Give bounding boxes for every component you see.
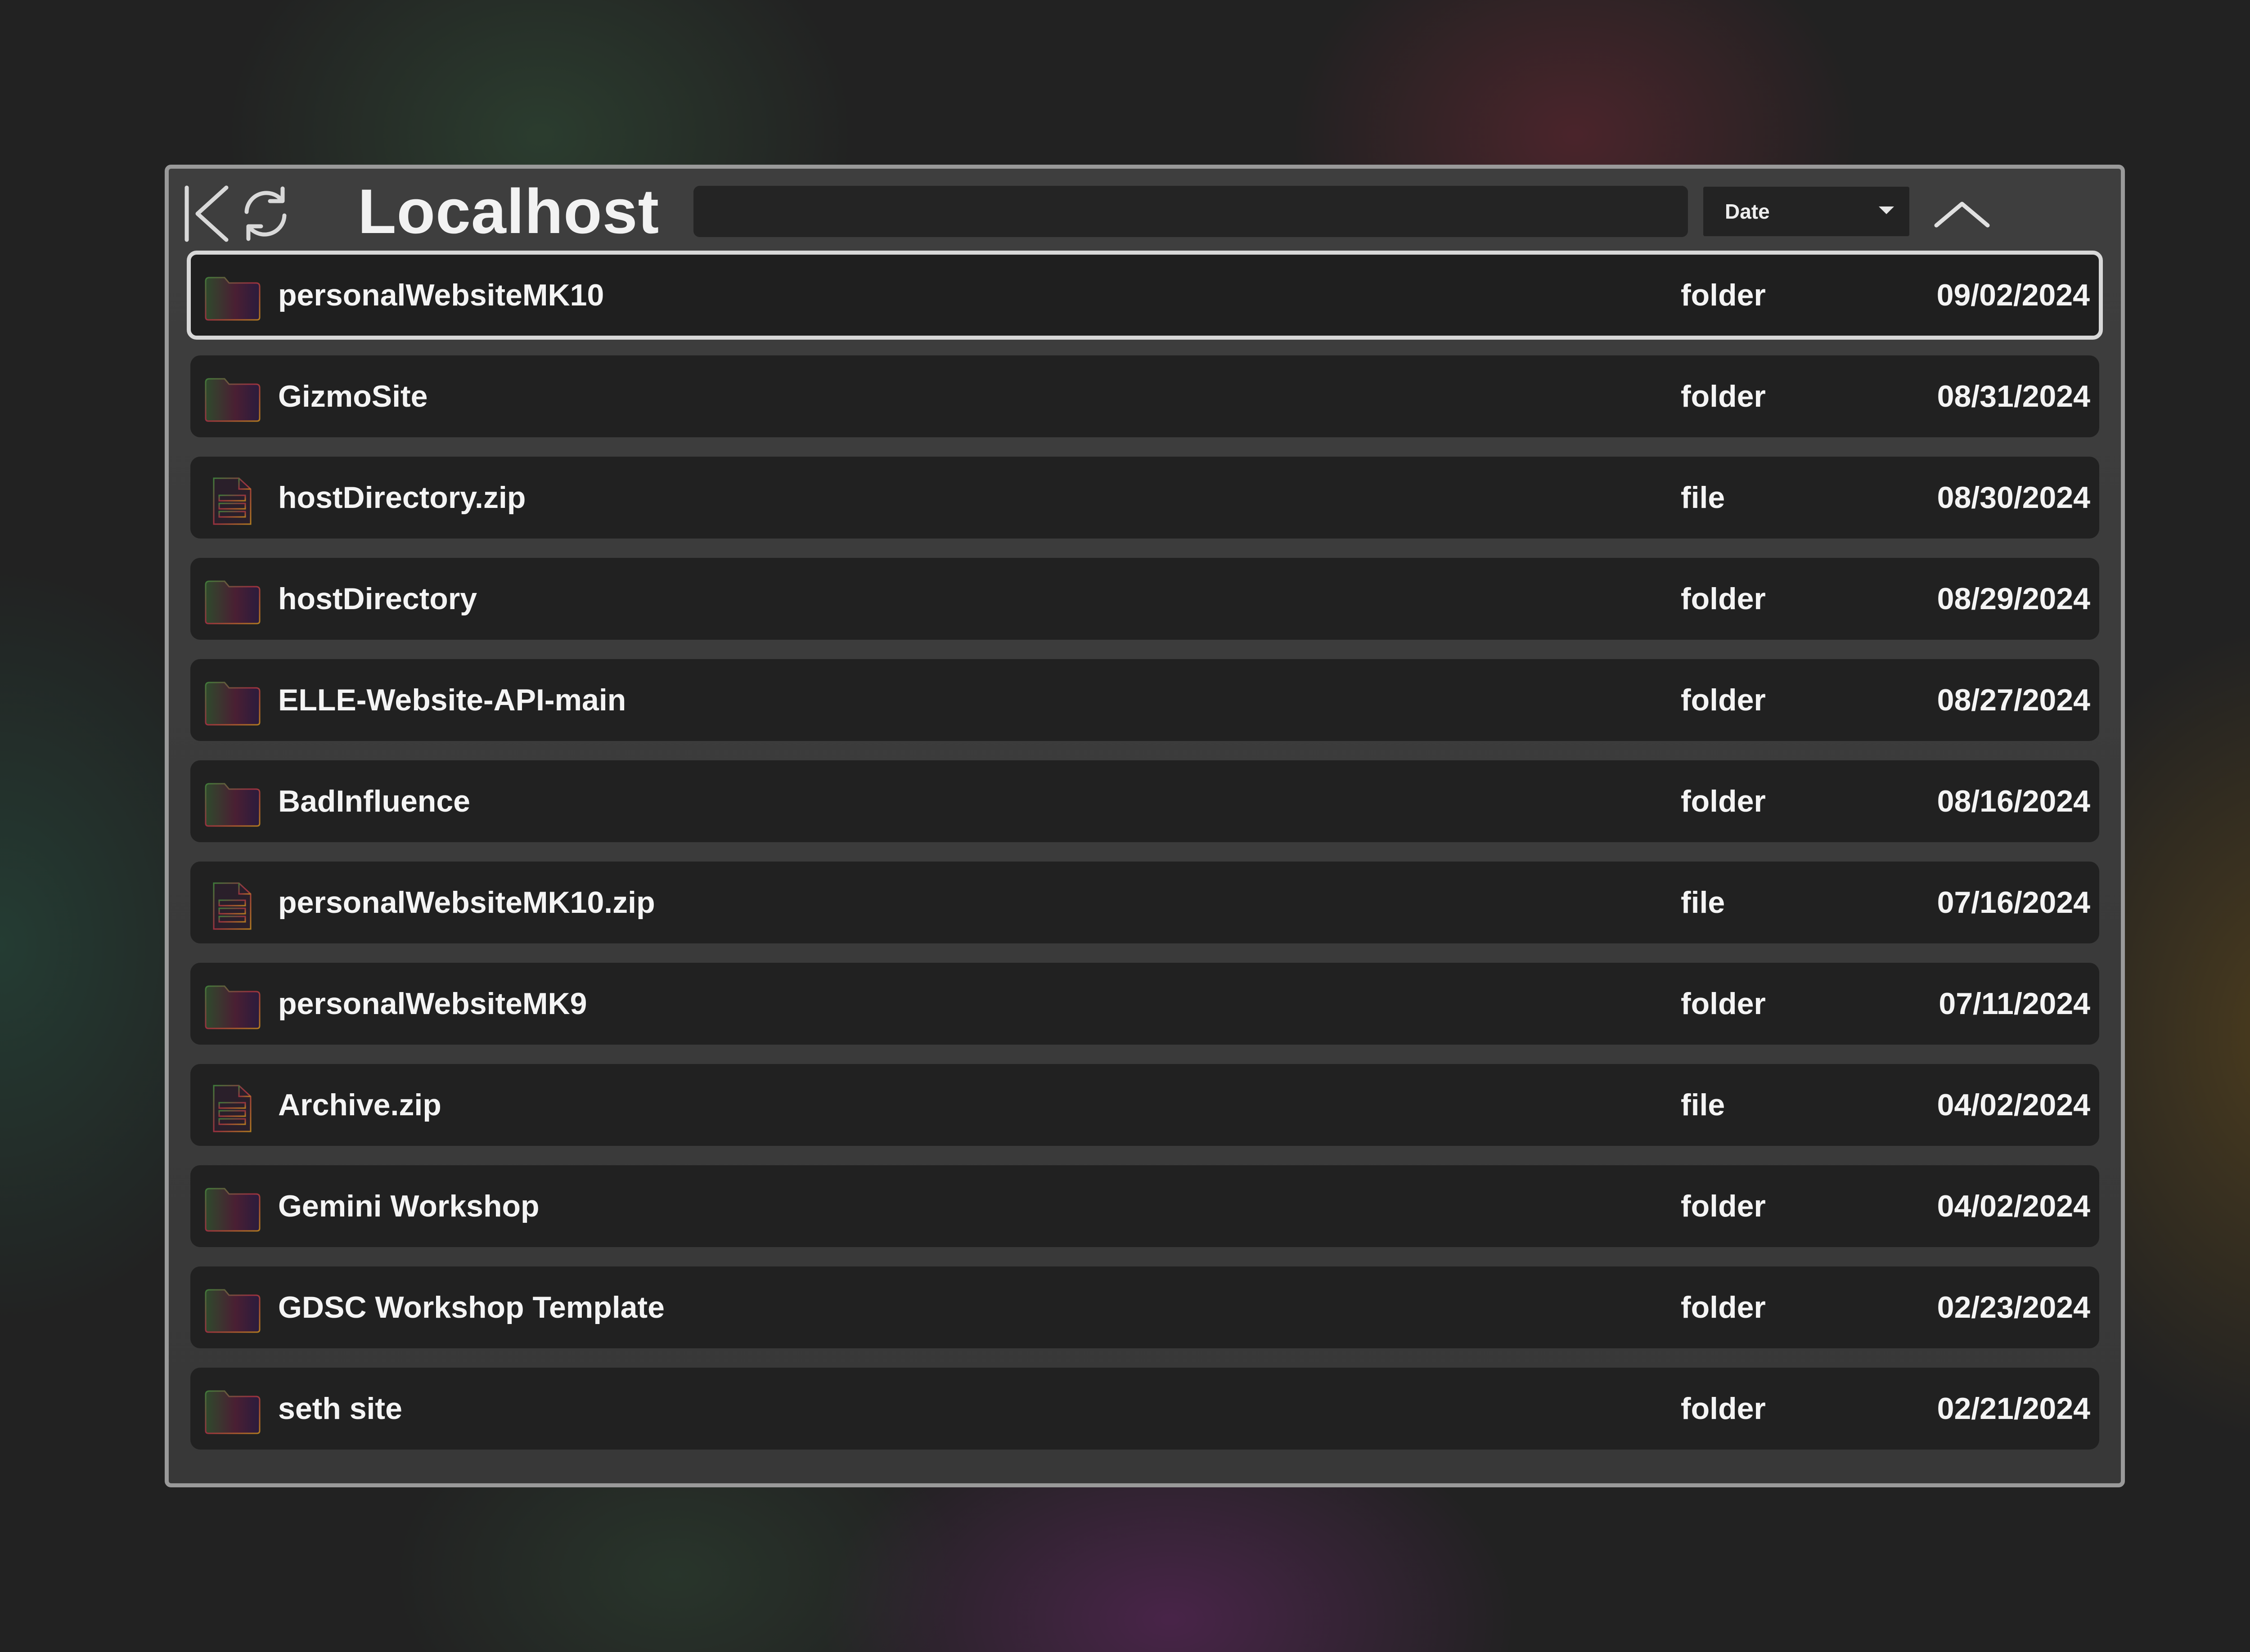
file-date: 08/30/2024 [1937,480,2090,515]
file-name: hostDirectory.zip [278,480,526,515]
file-row[interactable]: GizmoSite folder 08/31/2024 [190,355,2099,437]
file-date: 07/11/2024 [1939,987,2090,1021]
file-type: file [1681,480,1725,515]
file-type: folder [1681,1290,1766,1324]
file-type: folder [1681,379,1766,413]
folder-icon [203,983,262,1031]
file-name: GDSC Workshop Template [278,1290,665,1324]
file-type: folder [1681,582,1766,616]
folder-icon [203,1186,262,1234]
file-date: 08/16/2024 [1937,784,2090,818]
file-type: file [1681,1088,1725,1122]
file-row[interactable]: personalWebsiteMK9 folder 07/11/2024 [190,963,2099,1045]
folder-icon [203,579,262,626]
file-icon [203,882,262,930]
file-date: 08/31/2024 [1937,379,2090,413]
back-to-start-icon[interactable] [182,182,232,245]
file-row[interactable]: BadInfluence folder 08/16/2024 [190,760,2099,842]
file-row[interactable]: Archive.zip file 04/02/2024 [190,1064,2099,1146]
file-name: Gemini Workshop [278,1189,540,1223]
page-title: Localhost [358,176,660,247]
chevron-up-icon[interactable] [1933,196,1991,232]
file-row[interactable]: seth site folder 02/21/2024 [190,1368,2099,1450]
folder-icon [203,275,262,323]
file-icon [203,477,262,525]
file-name: Archive.zip [278,1088,441,1122]
folder-icon [203,680,262,727]
file-row[interactable]: Gemini Workshop folder 04/02/2024 [190,1165,2099,1247]
file-row[interactable]: personalWebsiteMK10 folder 09/02/2024 [187,251,2103,340]
file-name: BadInfluence [278,784,470,818]
file-name: personalWebsiteMK10.zip [278,885,655,920]
file-date: 04/02/2024 [1937,1088,2090,1122]
file-date: 02/21/2024 [1937,1392,2090,1426]
file-name: personalWebsiteMK10 [278,278,604,312]
file-type: folder [1681,1392,1766,1426]
file-type: folder [1681,987,1766,1021]
file-type: folder [1681,683,1766,717]
file-date: 04/02/2024 [1937,1189,2090,1223]
folder-icon [203,781,262,829]
file-row[interactable]: personalWebsiteMK10.zip file 07/16/2024 [190,862,2099,943]
file-name: GizmoSite [278,379,428,413]
file-type: folder [1681,784,1766,818]
file-date: 09/02/2024 [1936,278,2090,312]
file-browser-window: Localhost Date personalWebsiteMK10 folder… [165,165,2125,1487]
caret-down-icon [1879,206,1894,214]
file-row[interactable]: ELLE-Website-API-main folder 08/27/2024 [190,659,2099,741]
sort-by-select[interactable]: Date [1703,187,1909,236]
file-name: personalWebsiteMK9 [278,987,587,1021]
file-row[interactable]: hostDirectory folder 08/29/2024 [190,558,2099,640]
file-row[interactable]: GDSC Workshop Template folder 02/23/2024 [190,1266,2099,1348]
search-input[interactable] [693,186,1688,237]
folder-icon [203,1287,262,1335]
sort-by-value: Date [1725,200,1770,223]
refresh-icon[interactable] [238,182,292,245]
file-name: hostDirectory [278,582,477,616]
file-date: 02/23/2024 [1937,1290,2090,1324]
file-type: folder [1681,1189,1766,1223]
folder-icon [203,1388,262,1436]
file-date: 07/16/2024 [1937,885,2090,920]
folder-icon [203,376,262,424]
file-row[interactable]: hostDirectory.zip file 08/30/2024 [190,457,2099,539]
file-type: folder [1681,278,1766,312]
file-icon [203,1085,262,1132]
file-name: ELLE-Website-API-main [278,683,626,717]
toolbar: Localhost Date [169,169,2121,250]
file-name: seth site [278,1392,402,1426]
file-date: 08/27/2024 [1937,683,2090,717]
file-type: file [1681,885,1725,920]
file-date: 08/29/2024 [1937,582,2090,616]
